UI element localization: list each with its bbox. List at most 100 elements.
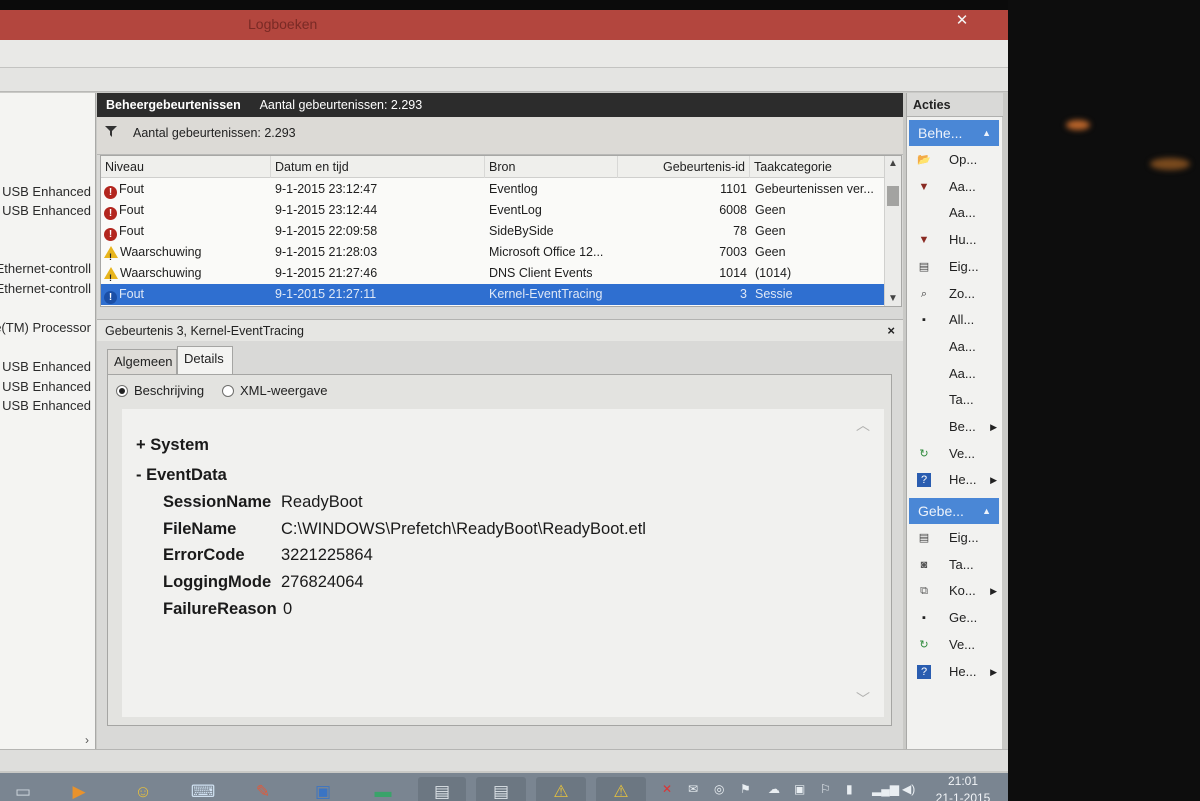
action-item[interactable]: ? He... ▶ <box>913 661 999 683</box>
help-icon: ? <box>917 473 931 488</box>
cell-category: Gebeurtenissen ver... <box>755 182 874 196</box>
action-item[interactable]: ▼ Hu... <box>913 229 999 251</box>
tree-item[interactable]: USB Enhanced <box>2 184 91 199</box>
action-item[interactable]: Aa... <box>913 202 999 224</box>
tab-algemeen[interactable]: Algemeen <box>107 349 177 375</box>
volume-icon[interactable]: ◀) <box>902 782 915 796</box>
display-icon[interactable]: ▣ <box>794 782 805 796</box>
action-item[interactable]: ⌕ Zo... <box>913 283 999 305</box>
action-item[interactable]: ⧉ Ko... ▶ <box>913 580 999 602</box>
tray-icon[interactable]: ✕ <box>662 782 672 796</box>
mail-icon[interactable]: ✉ <box>688 782 698 796</box>
cell-level: ! Waarschuwing <box>104 263 270 284</box>
table-row[interactable]: ! Fout 9-1-2015 22:09:58 SideBySide 78 Geen <box>101 221 885 242</box>
event-viewer-icon[interactable]: ⚠ <box>596 777 646 801</box>
error-icon: ! <box>104 207 117 220</box>
action-item[interactable]: Aa... <box>913 336 999 358</box>
signal-icon[interactable]: ▂▄▆ <box>872 782 899 796</box>
xml-node-eventdata[interactable]: - EventData <box>136 466 227 485</box>
event-viewer-icon[interactable]: ⚠ <box>536 777 586 801</box>
messenger-icon[interactable]: ☺ <box>126 777 160 801</box>
column-taakcategorie[interactable]: Taakcategorie <box>750 156 885 178</box>
clock-date: 21-1-2015 <box>935 791 991 801</box>
action-item[interactable]: 📂 Op... <box>913 149 999 171</box>
server-icon[interactable]: ▤ <box>418 777 466 801</box>
column-gebeurtenis-id[interactable]: Gebeurtenis-id <box>618 156 750 178</box>
action-item[interactable]: Aa... <box>913 363 999 385</box>
cell-source: DNS Client Events <box>489 266 593 280</box>
folder-icon: 📂 <box>917 154 931 166</box>
action-item[interactable]: ? He... ▶ <box>913 469 999 491</box>
tree-item[interactable]: y USB Enhanced <box>0 379 91 394</box>
tree-item[interactable]: y USB Enhanced <box>0 359 91 374</box>
keyboard-icon[interactable]: ⌨ <box>186 777 220 801</box>
radio-unselected-icon <box>222 385 234 397</box>
refresh-icon: ↻ <box>919 638 929 651</box>
action-item[interactable]: ▪ All... <box>913 309 999 331</box>
action-item[interactable]: ▪ Ge... <box>913 607 999 629</box>
action-item[interactable]: Ta... <box>913 389 999 411</box>
action-item[interactable]: ▤ Eig... <box>913 256 999 278</box>
cell-event-id: 3 <box>740 287 747 301</box>
column-niveau[interactable]: Niveau <box>101 156 271 178</box>
tab-details[interactable]: Details <box>177 346 233 375</box>
tree-item[interactable]: Ethernet-controll <box>0 261 91 276</box>
tree-item[interactable]: y USB Enhanced <box>0 398 91 413</box>
cell-datetime: 9-1-2015 23:12:47 <box>275 182 378 196</box>
computer-icon[interactable]: ▣ <box>306 777 340 801</box>
radio-beschrijving[interactable]: Beschrijving <box>116 383 204 398</box>
table-row[interactable]: ! Fout 9-1-2015 23:12:47 Eventlog 1101 Gebeur… <box>101 179 885 200</box>
media-player-icon[interactable]: ▶ <box>62 777 96 801</box>
table-row[interactable]: ! Waarschuwing 9-1-2015 21:28:03 Microsoft … <box>101 242 885 263</box>
battery-icon[interactable]: ▮ <box>846 782 853 796</box>
action-item[interactable]: Be... ▶ <box>913 416 999 438</box>
warning-icon: ! <box>104 246 118 262</box>
properties-icon: ▤ <box>918 260 930 273</box>
cloud-icon[interactable]: ☁ <box>768 782 780 796</box>
actions-group-beheer[interactable]: Behe... ▲ <box>909 120 999 146</box>
chevron-down-icon[interactable]: ﹀ <box>856 689 870 709</box>
tree-item[interactable]: USB Enhanced <box>2 203 91 218</box>
clock-time: 21:01 <box>947 774 979 788</box>
action-item[interactable]: ◙ Ta... <box>913 554 999 576</box>
cell-level: ! Fout <box>104 221 270 242</box>
column-bron[interactable]: Bron <box>485 156 618 178</box>
network-icon[interactable]: ⚑ <box>740 782 751 796</box>
table-scrollbar[interactable]: ▲ ▼ <box>884 156 901 306</box>
action-item[interactable]: ↻ Ve... <box>913 634 999 656</box>
scroll-right-arrow[interactable]: › <box>85 733 89 747</box>
table-row[interactable]: ! Waarschuwing 9-1-2015 21:27:46 DNS Client… <box>101 263 885 284</box>
scroll-up-icon[interactable]: ▲ <box>885 158 901 169</box>
skype-icon[interactable]: ◎ <box>714 782 724 796</box>
cell-event-id: 7003 <box>719 245 747 259</box>
system-clock[interactable]: 21:01 21-1-2015 <box>928 773 998 801</box>
find-icon: ⌕ <box>920 287 928 300</box>
actions-group-gebeurtenis[interactable]: Gebe... ▲ <box>909 498 999 524</box>
action-item[interactable]: ▤ Eig... <box>913 527 999 549</box>
server-icon[interactable]: ▤ <box>476 777 526 801</box>
cell-datetime: 9-1-2015 21:27:46 <box>275 266 378 280</box>
radio-xml-weergave[interactable]: XML-weergave <box>222 383 327 398</box>
paint-icon[interactable]: ✎ <box>246 777 280 801</box>
title-bar: Logboeken ✕ <box>0 10 1008 40</box>
action-item[interactable]: ↻ Ve... <box>913 443 999 465</box>
tree-item[interactable]: Ethernet-controll <box>0 281 91 296</box>
scroll-down-icon[interactable]: ▼ <box>885 293 901 304</box>
explorer-icon[interactable]: ▭ <box>6 777 40 801</box>
table-header: Niveau Datum en tijd Bron Gebeurtenis-id… <box>101 156 885 178</box>
close-detail-button[interactable]: × <box>887 320 895 342</box>
scroll-thumb[interactable] <box>887 186 899 206</box>
app-icon[interactable]: ▬ <box>366 777 400 801</box>
panel-header: Beheergebeurtenissen Aantal gebeurteniss… <box>97 93 903 117</box>
cell-source: Eventlog <box>489 182 538 196</box>
xml-node-system[interactable]: + System <box>136 436 209 455</box>
action-item[interactable]: ▼ Aa... <box>913 176 999 198</box>
table-row[interactable]: ! Fout 9-1-2015 21:27:11 Kernel-EventTracin… <box>101 284 885 305</box>
close-window-button[interactable]: ✕ <box>942 10 982 32</box>
flag-icon[interactable]: ⚐ <box>820 782 831 796</box>
table-row[interactable]: ! Fout 9-1-2015 23:12:44 EventLog 6008 Geen <box>101 200 885 221</box>
chevron-up-icon[interactable]: ︿ <box>856 415 870 435</box>
monitor-bezel <box>1008 0 1200 801</box>
tree-item[interactable]: e(TM) Processor <box>0 320 91 335</box>
column-datum[interactable]: Datum en tijd <box>271 156 485 178</box>
